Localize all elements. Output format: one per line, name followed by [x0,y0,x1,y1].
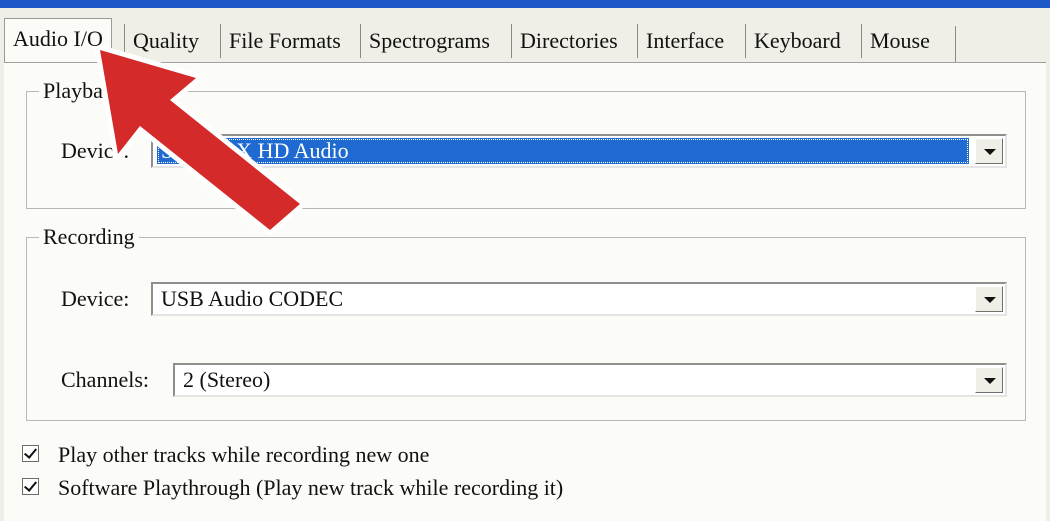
playback-device-select[interactable]: Sou MAX HD Audio [151,134,1007,168]
playback-device-label: Device: [61,138,130,163]
software-playthrough-label: Software Playthrough (Play new track whi… [58,475,564,500]
recording-device-label: Device: [61,286,130,311]
recording-device-value: USB Audio CODEC [161,286,344,311]
tab-strip-end-divider [955,26,956,62]
tab-spectrograms[interactable]: Spectrograms [360,24,498,58]
play-other-tracks-label: Play other tracks while recording new on… [58,442,430,467]
playback-group-label: Playba [39,77,107,105]
play-other-tracks-option[interactable]: Play other tracks while recording new on… [22,441,722,469]
tab-file-formats[interactable]: File Formats [220,24,349,58]
recording-group-label: Recording [39,223,139,251]
software-playthrough-option[interactable]: Software Playthrough (Play new track whi… [22,474,822,502]
recording-channels-select[interactable]: 2 (Stereo) [173,363,1007,397]
tab-keyboard[interactable]: Keyboard [745,24,849,58]
chevron-down-icon[interactable] [975,286,1003,312]
tab-mouse[interactable]: Mouse [861,24,938,58]
audio-io-panel: Playba Device: Sou MAX HD Audio Recordin… [4,62,1046,521]
playback-group: Playba Device: Sou MAX HD Audio [26,77,1026,209]
recording-channels-label: Channels: [61,367,149,392]
playback-device-value: Sou MAX HD Audio [157,138,969,164]
recording-channels-value: 2 (Stereo) [183,367,271,392]
preferences-tab-strip: Audio I/O Quality File Formats Spectrogr… [0,8,1050,62]
recording-group: Recording Device: USB Audio CODEC Channe… [26,223,1026,421]
software-playthrough-checkbox[interactable] [22,478,39,495]
tab-interface[interactable]: Interface [637,24,732,58]
tab-quality[interactable]: Quality [124,24,207,58]
chevron-down-icon[interactable] [975,138,1003,164]
play-other-tracks-checkbox[interactable] [22,445,39,462]
recording-device-select[interactable]: USB Audio CODEC [151,282,1007,316]
tab-directories[interactable]: Directories [511,24,626,58]
chevron-down-icon[interactable] [975,367,1003,393]
tab-audio-io[interactable]: Audio I/O [4,18,112,62]
window-title-bar [0,0,1050,8]
